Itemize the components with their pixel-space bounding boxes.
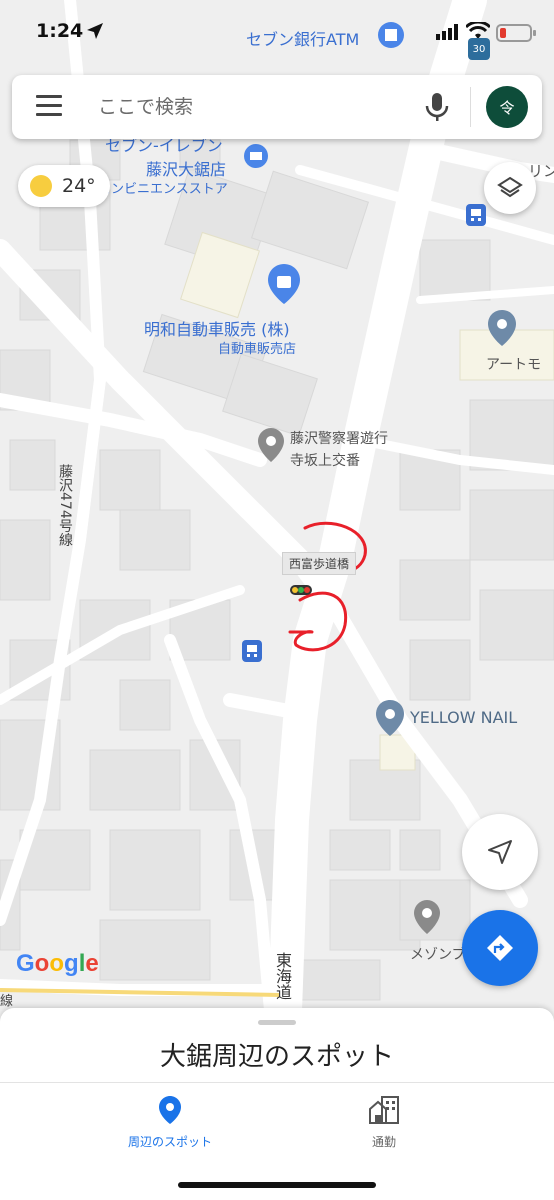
location-pin-icon bbox=[159, 1096, 181, 1124]
search-divider bbox=[470, 87, 471, 127]
road-label-474: 藤沢474号線 bbox=[57, 464, 73, 547]
shopping-pin-icon[interactable] bbox=[268, 264, 300, 304]
battery-icon bbox=[496, 24, 536, 42]
poi-police-line2: 寺坂上交番 bbox=[290, 453, 360, 469]
commute-icon bbox=[369, 1096, 399, 1124]
layers-button[interactable] bbox=[484, 162, 536, 214]
poi-meiwa-name[interactable]: 明和自動車販売 (株) bbox=[144, 316, 290, 340]
poi-maison-name[interactable]: メゾンブ bbox=[410, 944, 466, 964]
route-badge: 30 bbox=[468, 38, 490, 60]
poi-police-name[interactable]: 藤沢警察署遊行 bbox=[290, 428, 388, 448]
poi-yellow-nail[interactable]: YELLOW NAIL bbox=[410, 708, 517, 727]
status-time: 1:24 bbox=[36, 20, 84, 42]
my-location-button[interactable] bbox=[462, 814, 538, 890]
sun-icon bbox=[30, 175, 52, 197]
layers-icon bbox=[497, 176, 523, 198]
atm-pin-icon[interactable] bbox=[378, 22, 404, 50]
bus-stop-icon[interactable] bbox=[466, 204, 486, 226]
microphone-icon[interactable] bbox=[424, 91, 450, 123]
status-bar: 1:24 セブン銀行ATM 30 bbox=[0, 0, 554, 64]
poi-meiwa-category: 自動車販売店 bbox=[218, 342, 297, 357]
traffic-light-icon bbox=[290, 585, 312, 595]
weather-temperature: 24° bbox=[62, 175, 96, 197]
place-pin-icon[interactable] bbox=[488, 310, 516, 346]
tab-nearby-spots[interactable]: 周辺のスポット bbox=[70, 1095, 270, 1155]
poi-artmo-name[interactable]: アートモ bbox=[486, 354, 541, 374]
bus-stop-icon[interactable] bbox=[242, 640, 262, 662]
menu-icon[interactable] bbox=[36, 95, 62, 117]
tab-commute-label: 通勤 bbox=[371, 1135, 396, 1149]
tab-nearby-label: 周辺のスポット bbox=[127, 1135, 212, 1149]
road-label-partial: 線 bbox=[0, 994, 14, 1009]
google-logo: Google bbox=[16, 950, 99, 977]
place-pin-icon[interactable] bbox=[376, 700, 404, 736]
poi-seven-eleven-branch[interactable]: 藤沢大鋸店 bbox=[146, 156, 226, 180]
account-avatar[interactable]: 令 bbox=[486, 86, 528, 128]
search-input[interactable] bbox=[98, 89, 408, 125]
police-pin-icon[interactable] bbox=[258, 428, 284, 462]
signal-icon bbox=[436, 24, 458, 40]
tab-commute[interactable]: 通勤 bbox=[284, 1095, 484, 1155]
home-indicator bbox=[178, 1182, 376, 1188]
search-bar[interactable]: 令 bbox=[12, 75, 542, 139]
directions-button[interactable] bbox=[462, 910, 538, 986]
spots-sheet[interactable]: 大鋸周辺のスポット bbox=[0, 1008, 554, 1082]
footbridge-label[interactable]: 西富歩道橋 bbox=[282, 552, 357, 575]
poi-seven-bank-atm[interactable]: セブン銀行ATM bbox=[246, 26, 359, 50]
convenience-store-pin-icon[interactable] bbox=[244, 144, 268, 168]
road-label-tokaido: 東海道 bbox=[273, 952, 292, 1000]
navigation-arrow-icon bbox=[488, 840, 512, 864]
directions-icon bbox=[487, 935, 513, 961]
weather-chip[interactable]: 24° bbox=[18, 165, 110, 207]
place-pin-icon[interactable] bbox=[414, 900, 440, 934]
location-arrow-icon bbox=[87, 23, 103, 39]
sheet-title: 大鋸周辺のスポット bbox=[159, 1042, 394, 1072]
sheet-drag-handle[interactable] bbox=[258, 1020, 296, 1025]
poi-seven-eleven-category: コンビニエンスストア bbox=[98, 182, 228, 197]
